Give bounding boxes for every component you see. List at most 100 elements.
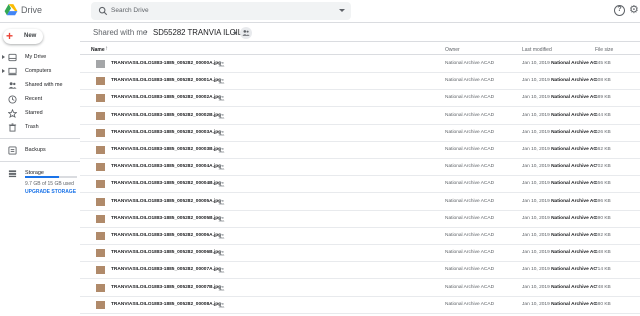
sidebar-item-starred[interactable]: Starred (0, 107, 80, 120)
sidebar-item-my-drive[interactable]: My Drive (0, 51, 80, 64)
file-row[interactable]: TRANVIASILOILO1883-1885_005282_00000A.jp… (80, 56, 640, 73)
file-name[interactable]: TRANVIASILOILO1883-1885_005282_00001A.jp… (111, 78, 221, 83)
file-row[interactable]: TRANVIASILOILO1883-1885_005282_00002A.jp… (80, 90, 640, 108)
modified-date: Jan 10, 2019 (522, 61, 550, 66)
modified-by: National Archive AC (551, 95, 597, 101)
file-name[interactable]: TRANVIASILOILO1883-1885_005282_00004A.jp… (111, 164, 221, 169)
image-file-thumbnail-icon (96, 180, 105, 189)
new-button-label: New (24, 33, 37, 39)
file-row[interactable]: TRANVIASILOILO1883-1885_005282_00008A.jp… (80, 297, 640, 314)
file-name[interactable]: TRANVIASILOILO1883-1885_005282_00003B.jp… (111, 147, 221, 152)
sidebar-item-storage[interactable]: Storage (0, 167, 80, 180)
file-row[interactable]: TRANVIASILOILO1883-1885_005282_00005B.jp… (80, 211, 640, 228)
file-row[interactable]: TRANVIASILOILO1883-1885_005282_00004A.jp… (80, 159, 640, 177)
plus-icon: + (6, 29, 14, 43)
star-icon (8, 109, 17, 118)
image-file-thumbnail-icon (96, 128, 105, 137)
image-file-thumbnail-icon (96, 163, 105, 172)
clock-icon (8, 95, 17, 104)
shared-people-icon (218, 285, 225, 290)
file-owner: National Archive ACAD (445, 284, 495, 290)
shared-people-icon (8, 82, 17, 89)
file-name[interactable]: TRANVIASILOILO1883-1885_005282_00002B.jp… (111, 113, 221, 118)
sidebar: + New My Drive Computers Shared with me … (0, 24, 80, 316)
file-name[interactable]: TRANVIASILOILO1883-1885_005282_00006B.jp… (111, 250, 221, 255)
breadcrumb: Shared with me › SD55282 TRANVIA ILOILO (80, 24, 640, 42)
app-name[interactable]: Drive (21, 5, 42, 15)
search-input[interactable]: Search Drive (111, 7, 149, 14)
shared-people-icon (218, 164, 225, 170)
new-button[interactable]: + New (3, 29, 43, 44)
modified-date: Jan 10, 2019 (522, 112, 550, 118)
file-size: 714 KB (595, 267, 611, 273)
breadcrumb-shared-with-me[interactable]: Shared with me (93, 28, 147, 37)
sidebar-item-label: Starred (25, 110, 43, 116)
file-name[interactable]: TRANVIASILOILO1883-1885_005282_00002A.jp… (111, 95, 221, 100)
modified-by: National Archive AC (551, 250, 597, 256)
file-name[interactable]: TRANVIASILOILO1883-1885_005282_00000A.jp… (111, 61, 221, 66)
file-row[interactable]: TRANVIASILOILO1883-1885_005282_00004B.jp… (80, 176, 640, 194)
file-name[interactable]: TRANVIASILOILO1883-1885_005282_00006A.jp… (111, 233, 221, 238)
expand-arrow-icon[interactable] (2, 69, 5, 73)
modified-date: Jan 10, 2019 (522, 233, 550, 238)
settings-gear-icon[interactable]: ⚙ (629, 5, 640, 16)
file-name[interactable]: TRANVIASILOILO1883-1885_005282_00007B.jp… (111, 285, 221, 290)
sidebar-item-recent[interactable]: Recent (0, 93, 80, 106)
sidebar-item-trash[interactable]: Trash (0, 121, 80, 134)
modified-by: National Archive AC (551, 198, 597, 204)
folder-menu-caret-icon[interactable] (233, 32, 237, 35)
file-name[interactable]: TRANVIASILOILO1883-1885_005282_00003A.jp… (111, 130, 221, 135)
shared-folder-people-icon[interactable] (240, 27, 252, 39)
sidebar-item-backups[interactable]: Backups (0, 144, 80, 157)
expand-arrow-icon[interactable] (2, 55, 5, 59)
file-row[interactable]: TRANVIASILOILO1883-1885_005282_00006A.jp… (80, 228, 640, 245)
file-size: 692 KB (595, 233, 611, 238)
file-name[interactable]: TRANVIASILOILO1883-1885_005282_00004B.jp… (111, 181, 221, 186)
file-owner: National Archive ACAD (445, 233, 495, 238)
file-size: 662 KB (595, 147, 611, 152)
sort-ascending-arrow-icon[interactable]: ↑ (105, 46, 108, 52)
file-name[interactable]: TRANVIASILOILO1883-1885_005282_00008A.jp… (111, 302, 221, 307)
file-row[interactable]: TRANVIASILOILO1883-1885_005282_00002B.jp… (80, 108, 640, 125)
column-header-name[interactable]: Name (91, 47, 105, 53)
file-row[interactable]: TRANVIASILOILO1883-1885_005282_00003A.jp… (80, 125, 640, 142)
file-owner: National Archive ACAD (445, 215, 495, 221)
file-size: 702 KB (595, 164, 611, 170)
column-header-owner[interactable]: Owner (445, 47, 460, 53)
sidebar-item-shared-with-me[interactable]: Shared with me (0, 79, 80, 92)
file-size: 508 KB (595, 78, 611, 84)
shared-people-icon (218, 268, 225, 273)
backup-icon (8, 146, 17, 155)
sidebar-item-label: Computers (25, 68, 52, 74)
modified-by: National Archive AC (551, 164, 597, 170)
column-header-last-modified[interactable]: Last modified (522, 47, 552, 53)
search-bar[interactable]: Search Drive (91, 2, 351, 20)
upgrade-storage-link[interactable]: UPGRADE STORAGE (25, 189, 76, 195)
shared-people-icon (218, 250, 225, 256)
file-last-modified: Jan 10, 2019 National Archive AC (522, 130, 597, 135)
file-row[interactable]: TRANVIASILOILO1883-1885_005282_00003B.jp… (80, 142, 640, 159)
file-name[interactable]: TRANVIASILOILO1883-1885_005282_00005B.jp… (111, 216, 221, 221)
file-row[interactable]: TRANVIASILOILO1883-1885_005282_00007B.jp… (80, 280, 640, 297)
modified-by: National Archive AC (551, 61, 597, 66)
file-row[interactable]: TRANVIASILOILO1883-1885_005282_00001A.jp… (80, 73, 640, 91)
file-last-modified: Jan 10, 2019 National Archive AC (522, 61, 597, 66)
file-size: 680 KB (595, 301, 611, 307)
drive-logo-icon[interactable] (4, 3, 18, 17)
sidebar-item-computers[interactable]: Computers (0, 65, 80, 78)
search-options-caret-icon[interactable] (339, 9, 345, 12)
file-name[interactable]: TRANVIASILOILO1883-1885_005282_00005A.jp… (111, 199, 221, 204)
file-last-modified: Jan 10, 2019 National Archive AC (522, 95, 597, 100)
file-size: 648 KB (595, 250, 611, 256)
file-owner: National Archive ACAD (445, 95, 495, 101)
help-icon[interactable]: ? (614, 5, 625, 16)
file-row[interactable]: TRANVIASILOILO1883-1885_005282_00005A.jp… (80, 194, 640, 211)
file-size: 748 KB (595, 284, 611, 290)
file-row[interactable]: TRANVIASILOILO1883-1885_005282_00006B.jp… (80, 245, 640, 263)
image-file-thumbnail-icon (96, 146, 105, 154)
search-icon[interactable] (98, 6, 108, 16)
file-row[interactable]: TRANVIASILOILO1883-1885_005282_00007A.jp… (80, 262, 640, 280)
image-file-thumbnail-icon (96, 94, 105, 103)
file-name[interactable]: TRANVIASILOILO1883-1885_005282_00007A.jp… (111, 267, 221, 272)
column-header-file-size[interactable]: File size (595, 47, 613, 53)
